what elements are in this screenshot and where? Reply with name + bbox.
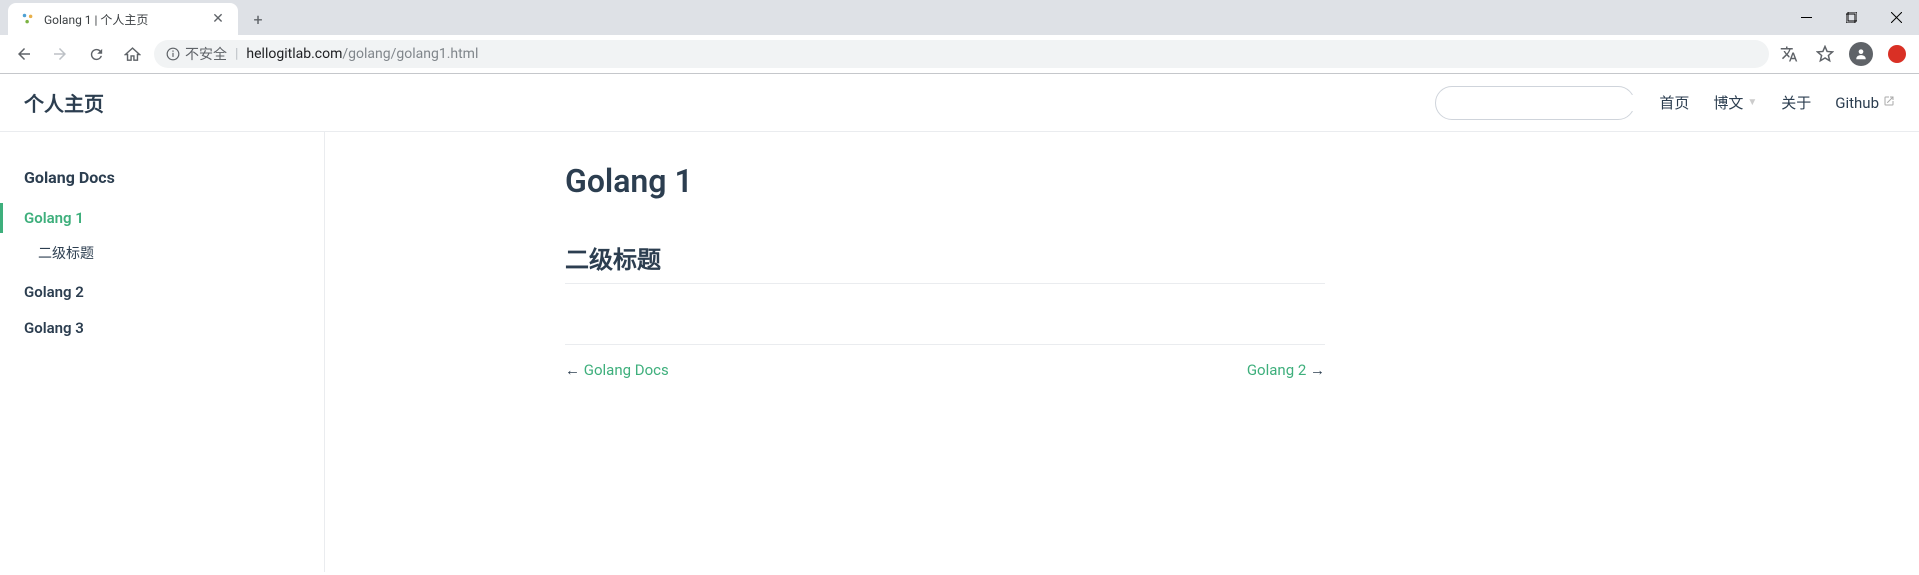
sidebar-heading[interactable]: Golang Docs [0,162,324,193]
bookmark-icon[interactable] [1813,42,1837,66]
home-button[interactable] [118,40,146,68]
back-button[interactable] [10,40,38,68]
main-layout: Golang Docs Golang 1 二级标题 Golang 2 Golan… [0,132,1919,572]
search-input[interactable] [1456,95,1637,111]
url-text: hellogitlab.com/golang/golang1.html [246,46,478,62]
page-title: Golang 1 [565,162,1325,200]
maximize-button[interactable] [1829,3,1874,33]
page-nav: ← Golang Docs Golang 2 → [565,344,1325,379]
sidebar-subitem[interactable]: 二级标题 [0,239,324,267]
navbar-right: 首页 博文 ▼ 关于 Github [1435,86,1895,120]
sidebar: Golang Docs Golang 1 二级标题 Golang 2 Golan… [0,132,325,572]
nav-link-home[interactable]: 首页 [1659,92,1689,113]
minimize-button[interactable] [1784,3,1829,33]
info-icon [166,47,180,61]
window-controls [1784,0,1919,35]
prev-page-link[interactable]: ← Golang Docs [565,361,669,379]
close-window-button[interactable] [1874,3,1919,33]
prev-page-label: Golang Docs [584,361,669,379]
tab-favicon-icon [20,11,36,27]
security-label: 不安全 [185,44,227,64]
close-icon[interactable]: ✕ [210,11,226,27]
nav-link-blog[interactable]: 博文 ▼ [1713,92,1757,113]
site-title[interactable]: 个人主页 [24,88,104,117]
browser-tab[interactable]: Golang 1 | 个人主页 ✕ [8,3,238,35]
sidebar-item-golang2[interactable]: Golang 2 [0,277,324,307]
external-link-icon [1883,95,1895,110]
address-bar[interactable]: 不安全 | hellogitlab.com/golang/golang1.htm… [154,40,1769,68]
page-h2: 二级标题 [565,240,1325,284]
nav-link-github-label: Github [1835,94,1879,112]
arrow-right-icon: → [1310,361,1325,379]
address-divider: | [235,46,238,62]
page-content: 个人主页 首页 博文 ▼ 关于 Github Golang Docs Gola [0,74,1919,572]
new-tab-button[interactable]: + [244,5,272,33]
security-indicator[interactable]: 不安全 [166,44,227,64]
reload-button[interactable] [82,40,110,68]
sidebar-item-golang3[interactable]: Golang 3 [0,313,324,343]
toolbar-icons [1777,42,1909,66]
content-area: Golang 1 二级标题 ← Golang Docs Golang 2 → [565,132,1325,572]
arrow-left-icon: ← [565,361,584,379]
extension-icon[interactable] [1885,42,1909,66]
address-bar-row: 不安全 | hellogitlab.com/golang/golang1.htm… [0,35,1919,73]
nav-link-github[interactable]: Github [1835,94,1895,112]
site-navbar: 个人主页 首页 博文 ▼ 关于 Github [0,74,1919,132]
forward-button[interactable] [46,40,74,68]
sidebar-item-golang1[interactable]: Golang 1 [0,203,324,233]
next-page-link[interactable]: Golang 2 → [1247,361,1325,379]
nav-link-blog-label: 博文 [1713,92,1743,113]
chevron-down-icon: ▼ [1747,97,1757,108]
profile-icon[interactable] [1849,42,1873,66]
nav-link-about[interactable]: 关于 [1781,92,1811,113]
search-box[interactable] [1435,86,1635,120]
tab-bar: Golang 1 | 个人主页 ✕ + [0,0,1919,35]
translate-icon[interactable] [1777,42,1801,66]
tab-title: Golang 1 | 个人主页 [44,11,204,28]
next-page-label: Golang 2 [1247,361,1306,379]
browser-chrome: Golang 1 | 个人主页 ✕ + [0,0,1919,74]
